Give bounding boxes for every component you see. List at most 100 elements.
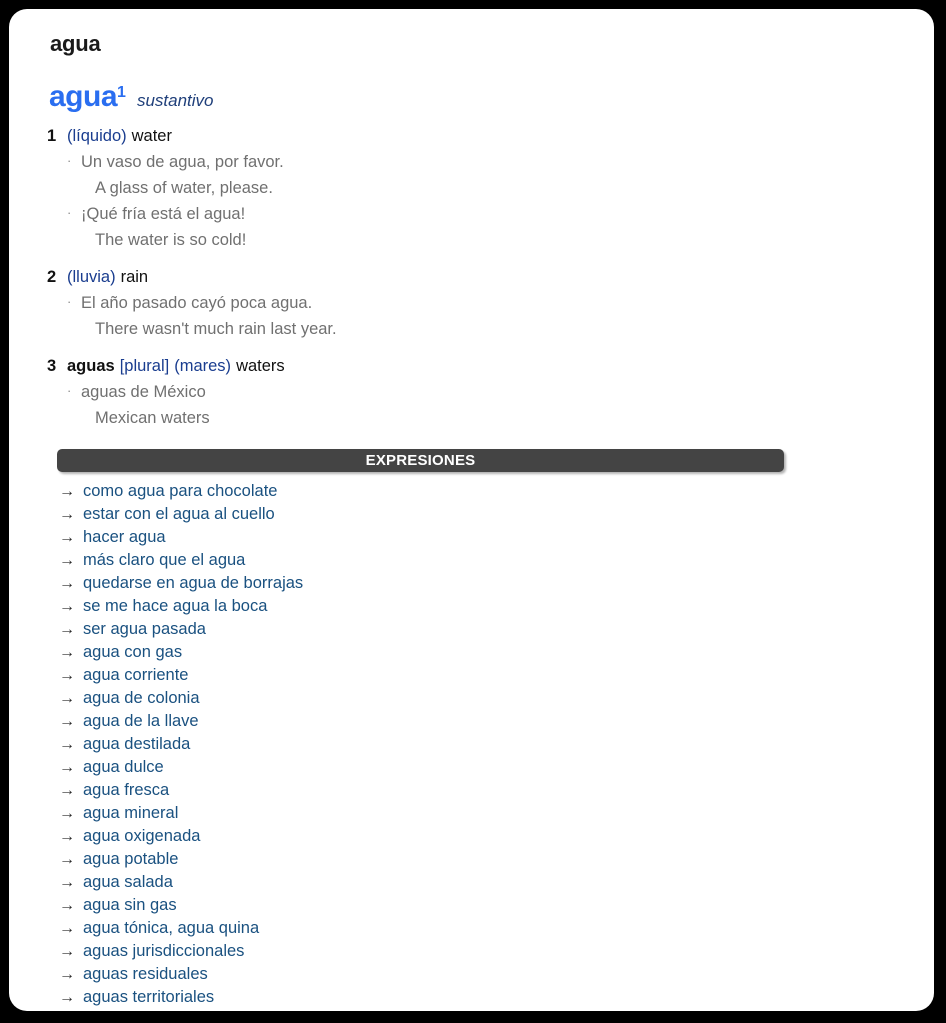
expression-link[interactable]: agua de la llave: [83, 710, 199, 733]
dictionary-page: agua agua 1 sustantivo 1 (líquido) water · Un…: [9, 9, 934, 1011]
expression-link[interactable]: agua potable: [83, 848, 178, 871]
arrow-right-icon: →: [59, 644, 75, 661]
expression-item[interactable]: → agua tónica, agua quina: [59, 917, 934, 940]
expression-link[interactable]: agua destilada: [83, 733, 190, 756]
expression-item[interactable]: → agua mineral: [59, 802, 934, 825]
expression-link[interactable]: agua tónica, agua quina: [83, 917, 259, 940]
sense-domain-label: (líquido): [67, 127, 127, 145]
expression-item[interactable]: → agua potable: [59, 848, 934, 871]
headword: agua: [49, 80, 118, 113]
sense-translation: water: [131, 127, 172, 145]
expression-item[interactable]: → más claro que el agua: [59, 549, 934, 572]
expression-item[interactable]: → se me hace agua la boca: [59, 595, 934, 618]
expression-link[interactable]: agua con gas: [83, 641, 182, 664]
example-translation: Mexican waters: [95, 409, 210, 427]
expression-link[interactable]: más claro que el agua: [83, 549, 245, 572]
example-source-text: aguas de México: [81, 383, 206, 401]
headword-superscript: 1: [117, 84, 126, 101]
expression-link[interactable]: agua mineral: [83, 802, 178, 825]
expresiones-section-header: EXPRESIONES: [57, 449, 784, 472]
expression-link[interactable]: agua fresca: [83, 779, 169, 802]
example-bullet-icon: ·: [67, 205, 72, 220]
sense-grammar-label: [plural]: [119, 357, 170, 375]
device-frame: agua agua 1 sustantivo 1 (líquido) water · Un…: [0, 0, 946, 1023]
expression-item[interactable]: → agua con gas: [59, 641, 934, 664]
arrow-right-icon: →: [59, 920, 75, 937]
example-translation: The water is so cold!: [95, 231, 247, 249]
expression-item[interactable]: → ser agua pasada: [59, 618, 934, 641]
arrow-right-icon: →: [59, 506, 75, 523]
example-source: · ¡Qué fría está el agua!: [67, 201, 934, 227]
expression-item[interactable]: → agua oxigenada: [59, 825, 934, 848]
example-translation: A glass of water, please.: [95, 179, 273, 197]
expression-link[interactable]: como agua para chocolate: [83, 480, 277, 503]
arrow-right-icon: →: [59, 552, 75, 569]
expression-link[interactable]: agua sin gas: [83, 894, 177, 917]
expression-link[interactable]: agua corriente: [83, 664, 189, 687]
example-source-text: El año pasado cayó poca agua.: [81, 294, 313, 312]
arrow-right-icon: →: [59, 529, 75, 546]
arrow-right-icon: →: [59, 759, 75, 776]
expression-item[interactable]: → aguas territoriales: [59, 986, 934, 1009]
example-source: · El año pasado cayó poca agua.: [67, 290, 934, 316]
arrow-right-icon: →: [59, 782, 75, 799]
page-content: agua agua 1 sustantivo 1 (líquido) water · Un…: [9, 9, 934, 1009]
expression-link[interactable]: quedarse en agua de borrajas: [83, 572, 303, 595]
expression-item[interactable]: → hacer agua: [59, 526, 934, 549]
example-source-text: Un vaso de agua, por favor.: [81, 153, 284, 171]
arrow-right-icon: →: [59, 598, 75, 615]
expression-item[interactable]: → agua dulce: [59, 756, 934, 779]
example-bullet-icon: ·: [67, 153, 72, 168]
expression-link[interactable]: agua de colonia: [83, 687, 200, 710]
example-pair: · Un vaso de agua, por favor. A glass of w…: [9, 149, 934, 201]
expression-item[interactable]: → como agua para chocolate: [59, 480, 934, 503]
example-bullet-icon: ·: [67, 383, 72, 398]
sense-number: 3: [47, 357, 57, 375]
arrow-right-icon: →: [59, 828, 75, 845]
expression-item[interactable]: → agua fresca: [59, 779, 934, 802]
expression-link[interactable]: aguas jurisdiccionales: [83, 940, 244, 963]
arrow-right-icon: →: [59, 690, 75, 707]
sense-domain-label: (lluvia): [67, 268, 116, 286]
expression-item[interactable]: → quedarse en agua de borrajas: [59, 572, 934, 595]
arrow-right-icon: →: [59, 943, 75, 960]
expression-link[interactable]: hacer agua: [83, 526, 166, 549]
sense-definition: (lluvia) rain: [67, 267, 148, 288]
expression-link[interactable]: agua dulce: [83, 756, 164, 779]
expression-link[interactable]: se me hace agua la boca: [83, 595, 267, 618]
example-source: · aguas de México: [67, 379, 934, 405]
expression-link[interactable]: agua oxigenada: [83, 825, 200, 848]
sense-definition: (líquido) water: [67, 126, 172, 147]
expression-item[interactable]: → agua de colonia: [59, 687, 934, 710]
sense-entry: 1 (líquido) water · Un vaso de agua, por fav…: [9, 126, 934, 253]
arrow-right-icon: →: [59, 966, 75, 983]
expression-item[interactable]: → aguas residuales: [59, 963, 934, 986]
expression-item[interactable]: → agua corriente: [59, 664, 934, 687]
expression-item[interactable]: → aguas jurisdiccionales: [59, 940, 934, 963]
sense-translation: waters: [236, 357, 285, 375]
expression-link[interactable]: aguas territoriales: [83, 986, 214, 1009]
example-pair: · aguas de México Mexican waters: [9, 379, 934, 431]
expression-item[interactable]: → agua salada: [59, 871, 934, 894]
arrow-right-icon: →: [59, 713, 75, 730]
arrow-right-icon: →: [59, 897, 75, 914]
expression-link[interactable]: estar con el agua al cuello: [83, 503, 275, 526]
expression-item[interactable]: → agua sin gas: [59, 894, 934, 917]
example-bullet-icon: ·: [67, 294, 72, 309]
expression-item[interactable]: → agua de la llave: [59, 710, 934, 733]
expression-link[interactable]: agua salada: [83, 871, 173, 894]
headword-block: agua 1 sustantivo: [49, 80, 934, 114]
page-title: agua: [50, 31, 101, 56]
example-list: · Un vaso de agua, por favor. A glass of w…: [9, 149, 934, 253]
expression-item[interactable]: → agua destilada: [59, 733, 934, 756]
example-pair: · El año pasado cayó poca agua. There wasn…: [9, 290, 934, 342]
sense-number: 2: [47, 268, 57, 286]
sense-headline: 1 (líquido) water: [47, 126, 934, 147]
sense-entry: 3 aguas [plural] (mares) waters · aguas de Méx…: [9, 356, 934, 431]
example-list: · El año pasado cayó poca agua. There wasn…: [9, 290, 934, 342]
expression-link[interactable]: ser agua pasada: [83, 618, 206, 641]
example-source: · Un vaso de agua, por favor.: [67, 149, 934, 175]
expression-list: → como agua para chocolate → estar con el a…: [9, 480, 934, 1009]
expression-link[interactable]: aguas residuales: [83, 963, 208, 986]
expression-item[interactable]: → estar con el agua al cuello: [59, 503, 934, 526]
